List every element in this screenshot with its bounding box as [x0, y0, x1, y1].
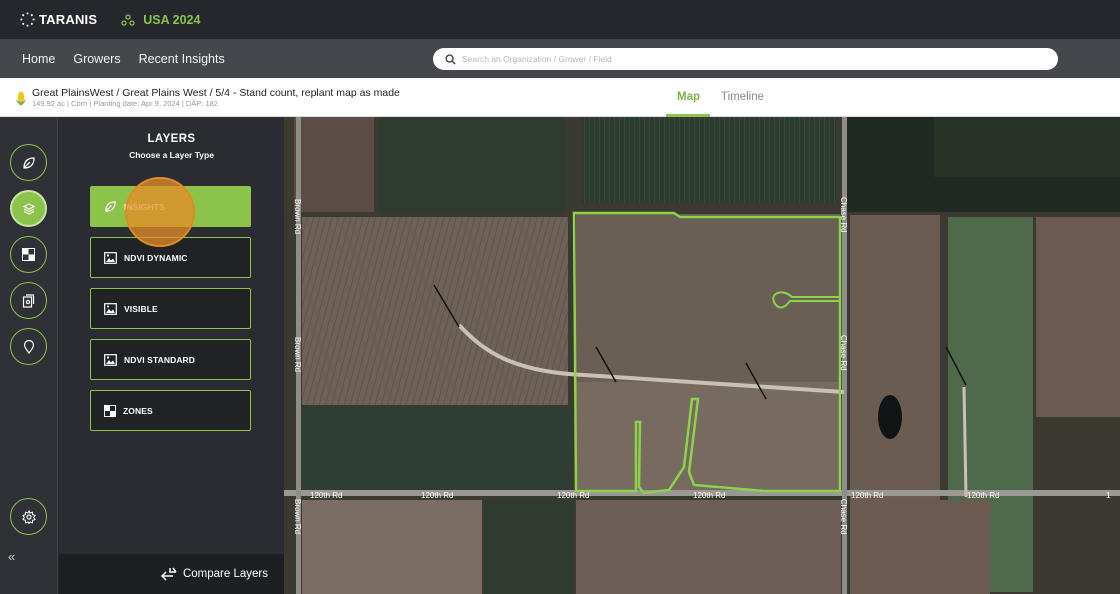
search-input[interactable] — [462, 54, 1022, 64]
nav-recent-insights[interactable]: Recent Insights — [139, 52, 225, 66]
gear-icon — [21, 509, 36, 524]
map-label-120th-rd-5: 120th Rd — [851, 491, 883, 500]
organization-icon — [121, 13, 135, 26]
layer-ndvi-standard-label: NDVI STANDARD — [124, 354, 196, 365]
map-label-brown-rd-3: Brown Rd — [293, 499, 302, 534]
layers-title: LAYERS — [147, 133, 196, 145]
logo-dots-icon — [20, 12, 35, 27]
search-bar — [433, 48, 1058, 70]
map-label-chase-rd-1: Chase Rd — [839, 197, 848, 233]
organization-selector[interactable]: USA 2024 — [121, 13, 200, 27]
compare-icon — [160, 567, 177, 581]
map-label-brown-rd-1: Brown Rd — [293, 199, 302, 234]
organization-name: USA 2024 — [143, 12, 201, 27]
breadcrumb[interactable]: Great PlainsWest / Great Plains West / 5… — [32, 87, 400, 99]
compare-layers-button[interactable]: Compare Layers — [59, 554, 284, 594]
location-icon — [23, 339, 34, 354]
nav-home[interactable]: Home — [22, 52, 55, 66]
leaf-icon — [22, 156, 35, 169]
rail-settings-button[interactable] — [10, 498, 47, 535]
report-icon — [22, 293, 35, 308]
image-icon — [104, 302, 117, 315]
rail-location-button[interactable] — [10, 328, 47, 365]
image-icon — [104, 353, 117, 366]
zones-icon — [104, 404, 116, 417]
layer-ndvi-standard-button[interactable]: NDVI STANDARD — [90, 339, 251, 380]
map-label-120th-rd-2: 120th Rd — [421, 491, 453, 500]
rail-layers-button[interactable] — [10, 190, 47, 227]
layer-ndvi-dynamic-button[interactable]: NDVI DYNAMIC — [90, 237, 251, 278]
collapse-sidebar-button[interactable]: « — [8, 549, 15, 564]
map-label-chase-rd-3: Chase Rd — [839, 499, 848, 535]
nav-growers[interactable]: Growers — [73, 52, 120, 66]
layers-icon — [22, 202, 35, 215]
leaf-icon — [105, 201, 116, 212]
map-label-120th-rd-6: 120th Rd — [967, 491, 999, 500]
layer-visible-button[interactable]: VISIBLE — [90, 288, 251, 329]
logo-text: TARANIS — [39, 12, 98, 27]
left-rail — [0, 117, 58, 594]
tab-map[interactable]: Map — [677, 91, 700, 103]
compare-layers-label: Compare Layers — [182, 568, 268, 580]
search-icon — [445, 53, 456, 65]
map-label-chase-rd-2: Chase Rd — [839, 335, 848, 371]
map-view[interactable]: 120th Rd 120th Rd 120th Rd 120th Rd 120t… — [284, 117, 1120, 594]
zones-icon — [22, 248, 35, 261]
map-label-120th-rd-1: 120th Rd — [310, 491, 342, 500]
rail-insights-button[interactable] — [10, 144, 47, 181]
corn-icon — [16, 91, 26, 106]
tab-timeline[interactable]: Timeline — [721, 91, 764, 103]
satellite-map: 120th Rd 120th Rd 120th Rd 120th Rd 120t… — [284, 117, 1120, 594]
map-label-brown-rd-2: Brown Rd — [293, 337, 302, 372]
rail-zones-button[interactable] — [10, 236, 47, 273]
layer-visible-label: VISIBLE — [124, 303, 158, 314]
map-label-edge-1: 1 — [1106, 491, 1111, 500]
layer-insights-label: INSIGHTS — [124, 201, 165, 212]
map-label-120th-rd-4: 120th Rd — [693, 491, 725, 500]
layers-subtitle: Choose a Layer Type — [129, 150, 214, 160]
layer-zones-label: ZONES — [123, 405, 153, 416]
rail-reports-button[interactable] — [10, 282, 47, 319]
layer-insights-button[interactable]: INSIGHTS — [90, 186, 251, 227]
taranis-logo[interactable]: TARANIS — [20, 12, 97, 27]
image-icon — [104, 251, 117, 264]
field-details: 149.92 ac | Corn | Planting date: Apr 9,… — [32, 99, 218, 108]
layer-ndvi-dynamic-label: NDVI DYNAMIC — [124, 252, 188, 263]
top-bar: TARANIS USA 2024 — [0, 0, 1120, 39]
layer-zones-button[interactable]: ZONES — [90, 390, 251, 431]
nav-bar: Home Growers Recent Insights — [0, 39, 1120, 78]
layers-panel: LAYERS Choose a Layer Type INSIGHTS NDVI… — [59, 117, 284, 594]
map-label-120th-rd-3: 120th Rd — [557, 491, 589, 500]
